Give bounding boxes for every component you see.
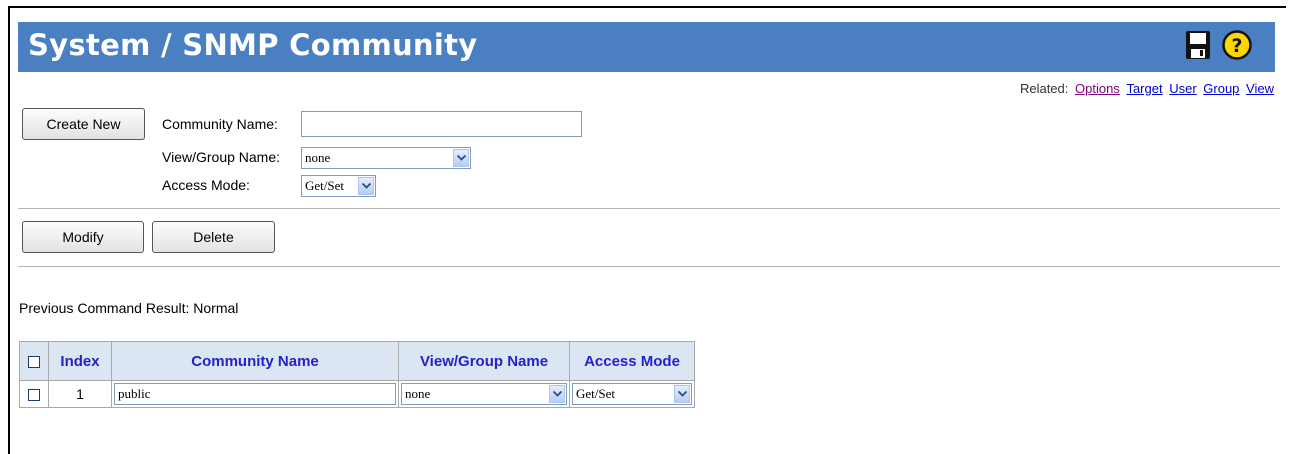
related-link-target[interactable]: Target — [1126, 81, 1162, 96]
create-new-button[interactable]: Create New — [22, 108, 145, 140]
row-select-cell — [19, 380, 49, 408]
column-header-index: Index — [48, 341, 112, 381]
chevron-down-icon — [453, 149, 469, 167]
delete-button[interactable]: Delete — [152, 221, 275, 253]
divider — [18, 208, 1280, 209]
svg-text:?: ? — [1231, 35, 1242, 57]
access-mode-select[interactable]: Get/Set — [301, 175, 376, 197]
related-label: Related: — [1019, 81, 1069, 96]
command-result-text: Previous Command Result: Normal — [19, 300, 239, 316]
row-access-mode-cell: Get/Set — [569, 380, 695, 408]
access-mode-label: Access Mode: — [162, 177, 250, 193]
row-index: 1 — [48, 380, 112, 408]
chevron-down-icon — [549, 385, 565, 403]
community-name-input[interactable] — [301, 111, 582, 137]
chevron-down-icon — [674, 385, 690, 403]
related-link-options[interactable]: Options — [1075, 81, 1120, 96]
table-header-row: Index Community Name View/Group Name Acc… — [19, 341, 695, 381]
community-name-label: Community Name: — [162, 116, 278, 132]
related-link-user[interactable]: User — [1169, 81, 1196, 96]
save-icon[interactable] — [1185, 30, 1211, 60]
page-header: System / SNMP Community ? — [18, 22, 1275, 72]
table-row: 1 public none Get/Set — [19, 380, 695, 408]
row-view-group-select[interactable]: none — [401, 383, 567, 405]
select-all-header — [19, 341, 49, 381]
row-view-group-value: none — [405, 386, 431, 401]
access-mode-value: Get/Set — [305, 178, 344, 193]
row-access-mode-select[interactable]: Get/Set — [572, 383, 692, 405]
related-links: Related: Options Target User Group View — [1020, 81, 1274, 96]
row-checkbox[interactable] — [28, 389, 40, 402]
select-all-checkbox[interactable] — [28, 355, 40, 368]
column-header-access-mode: Access Mode — [569, 341, 695, 381]
row-access-mode-value: Get/Set — [576, 386, 615, 401]
row-community-name-input[interactable]: public — [114, 383, 396, 405]
row-community-name-value: public — [118, 386, 151, 401]
row-community-name-cell: public — [111, 380, 399, 408]
column-header-view-group-name: View/Group Name — [398, 341, 570, 381]
row-view-group-cell: none — [398, 380, 570, 408]
divider — [18, 266, 1280, 267]
modify-button[interactable]: Modify — [22, 221, 144, 253]
help-icon[interactable]: ? — [1222, 30, 1252, 60]
column-header-community-name: Community Name — [111, 341, 399, 381]
view-group-select[interactable]: none — [301, 147, 471, 169]
community-table: Index Community Name View/Group Name Acc… — [19, 341, 695, 408]
related-link-view[interactable]: View — [1246, 81, 1274, 96]
chevron-down-icon — [358, 177, 374, 195]
view-group-value: none — [305, 150, 331, 165]
page-title: System / SNMP Community — [28, 28, 478, 62]
related-link-group[interactable]: Group — [1203, 81, 1239, 96]
view-group-label: View/Group Name: — [162, 149, 281, 165]
